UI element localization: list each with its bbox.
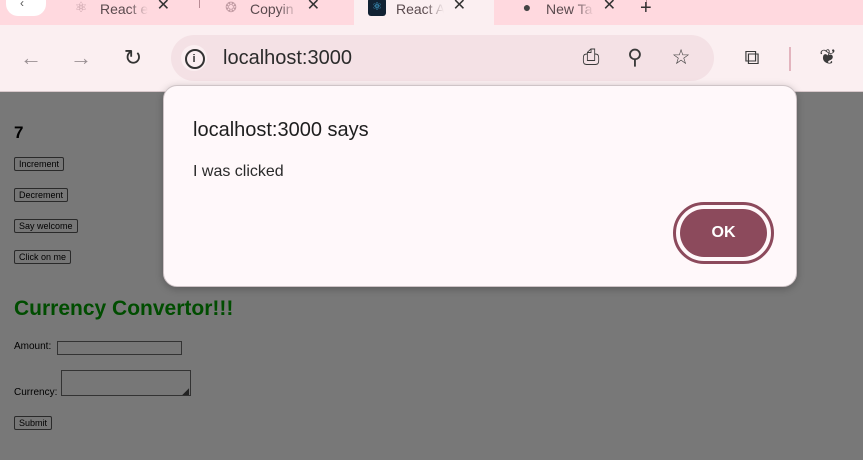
resize-handle-icon[interactable]: ◢ [182,386,189,397]
toolbar-divider [789,47,791,71]
zoom-icon[interactable]: ⚲ [622,45,648,71]
browser-toolbar: ← → ↻ i localhost:3000 ⎙ ⚲ ☆ ⧉ ❦ [0,25,863,92]
tab-label: React A [396,1,444,17]
extensions-icon[interactable]: ⧉ [737,43,767,73]
tab-separator [199,0,200,8]
tab-search-button[interactable]: ‹ [6,0,46,16]
alert-dialog: localhost:3000 says I was clicked OK [163,85,797,287]
amount-input[interactable] [57,341,182,355]
tab-label: Copyin [250,1,294,17]
tab-react-e[interactable]: ⚛ React e ✕ [72,0,170,24]
tab-label: React e [100,1,148,17]
decrement-button[interactable]: Decrement [14,188,69,202]
tab-new-tab[interactable]: ● New Ta ✕ [518,0,616,24]
github-logo-icon: ● [522,0,532,15]
url-text[interactable]: localhost:3000 [223,47,352,70]
tab-react-app[interactable]: ⚛ React A ✕ [368,0,466,24]
close-icon[interactable]: ✕ [453,0,466,15]
react-app-icon: ⚛ [368,0,386,16]
tab-strip: ‹ ⚛ React e ✕ ❂ Copyin ✕ ⚛ React A ✕ ● N… [0,0,863,25]
click-on-me-button[interactable]: Click on me [14,250,72,264]
submit-button[interactable]: Submit [14,416,53,430]
plus-icon: + [640,0,652,19]
close-icon[interactable]: ✕ [157,0,170,15]
counter-value: 7 [14,123,24,142]
currency-textarea[interactable]: ◢ [61,370,191,396]
install-app-icon[interactable]: ⎙ [578,45,604,71]
reload-button[interactable]: ↻ [118,43,148,73]
chevron-icon: ‹ [20,0,24,10]
leaf-icon[interactable]: ❦ [813,43,843,73]
ok-focus-ring: OK [673,202,774,264]
dialog-title: localhost:3000 says [193,119,369,141]
say-welcome-button[interactable]: Say welcome [14,219,78,233]
amount-label: Amount: [14,341,52,352]
close-icon[interactable]: ✕ [307,0,320,15]
address-bar[interactable]: i localhost:3000 ⎙ ⚲ ☆ [171,35,714,81]
openai-logo-icon: ❂ [225,0,237,15]
close-icon[interactable]: ✕ [603,0,616,15]
currency-heading: Currency Convertor!!! [14,297,234,320]
back-button[interactable]: ← [16,43,46,73]
new-tab-button[interactable]: + [640,0,652,24]
tab-copying[interactable]: ❂ Copyin ✕ [222,0,320,24]
bookmark-star-icon[interactable]: ☆ [668,45,694,71]
site-info-icon[interactable]: i [181,45,207,71]
currency-label: Currency: [14,387,58,398]
forward-button[interactable]: → [66,43,96,73]
tab-label: New Ta [546,1,593,17]
dialog-message: I was clicked [193,163,284,180]
increment-button[interactable]: Increment [14,157,65,171]
ok-button[interactable]: OK [680,209,767,257]
react-logo-icon: ⚛ [74,0,88,15]
